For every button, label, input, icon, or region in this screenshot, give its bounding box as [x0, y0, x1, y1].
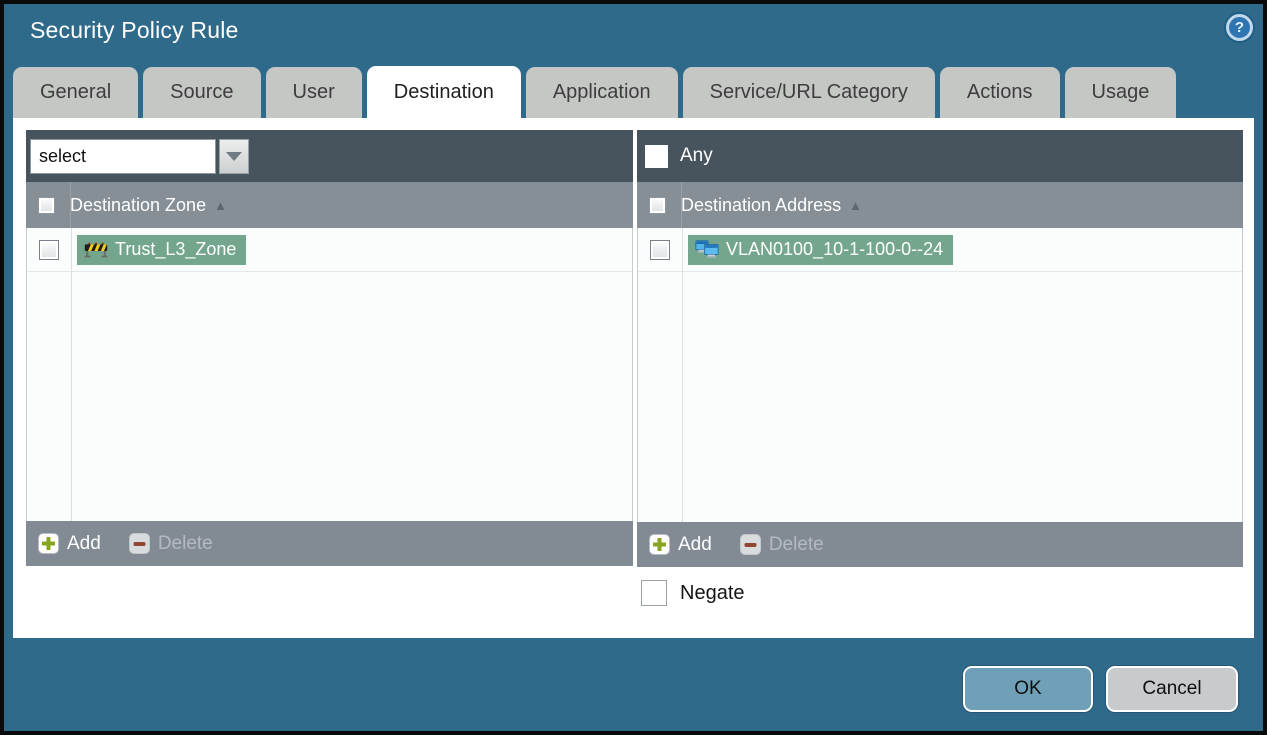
zone-row[interactable]: Trust_L3_Zone	[27, 228, 632, 272]
zone-column-header[interactable]: Destination Zone	[70, 195, 206, 216]
address-name: VLAN0100_10-1-100-0--24	[726, 238, 944, 259]
security-policy-rule-dialog: Security Policy Rule ? General Source Us…	[0, 0, 1267, 735]
zone-delete-label: Delete	[157, 532, 213, 554]
zone-tag: Trust_L3_Zone	[77, 234, 247, 265]
zone-name: Trust_L3_Zone	[115, 238, 237, 259]
address-add-button[interactable]: Add	[649, 534, 712, 556]
cancel-button[interactable]: Cancel	[1106, 666, 1238, 712]
tab-application[interactable]: Application	[525, 67, 678, 118]
zone-grid-header: Destination Zone ▲	[26, 182, 633, 228]
tab-usage[interactable]: Usage	[1064, 67, 1177, 118]
address-row[interactable]: VLAN0100_10-1-100-0--24	[638, 228, 1242, 272]
chevron-down-icon	[226, 151, 242, 161]
zone-add-label: Add	[67, 532, 101, 554]
tab-bar: General Source User Destination Applicat…	[13, 66, 1254, 118]
address-row-checkbox[interactable]	[650, 239, 670, 260]
any-label: Any	[680, 145, 713, 166]
address-add-label: Add	[678, 533, 712, 555]
tab-general[interactable]: General	[13, 67, 139, 118]
minus-icon	[128, 533, 150, 554]
tab-actions[interactable]: Actions	[939, 67, 1060, 118]
sort-ascending-icon: ▲	[849, 197, 862, 213]
address-grid-header: Destination Address ▲	[637, 182, 1243, 228]
zone-footer-bar: Add Delete	[26, 521, 633, 566]
tab-destination[interactable]: Destination	[366, 66, 521, 118]
minus-icon	[739, 534, 761, 555]
zone-select-input[interactable]	[30, 138, 216, 174]
plus-icon	[649, 534, 670, 555]
tab-service-url-category[interactable]: Service/URL Category	[682, 67, 935, 118]
tab-source[interactable]: Source	[143, 67, 261, 118]
tab-user[interactable]: User	[265, 67, 362, 118]
sort-ascending-icon: ▲	[214, 197, 227, 213]
zone-toolbar	[26, 130, 633, 182]
address-icon	[695, 239, 719, 258]
address-column-header[interactable]: Destination Address	[681, 195, 841, 216]
address-tag: VLAN0100_10-1-100-0--24	[688, 234, 954, 265]
address-select-all-checkbox[interactable]	[649, 196, 666, 214]
dialog-title: Security Policy Rule	[30, 17, 239, 43]
address-delete-button[interactable]: Delete	[739, 533, 824, 556]
address-grid-body: VLAN0100_10-1-100-0--24	[637, 228, 1243, 522]
address-toolbar: Any	[637, 130, 1243, 182]
zone-icon	[84, 242, 108, 257]
negate-checkbox[interactable]	[641, 580, 667, 606]
zone-row-checkbox[interactable]	[39, 239, 59, 260]
destination-address-panel: Any Destination Address ▲ VLAN0100_10-1-…	[637, 130, 1243, 567]
help-icon[interactable]: ?	[1226, 14, 1253, 41]
destination-tab-content: Destination Zone ▲	[13, 118, 1254, 638]
zone-delete-button[interactable]: Delete	[128, 532, 213, 555]
zone-add-button[interactable]: Add	[38, 533, 101, 555]
address-delete-label: Delete	[768, 533, 824, 555]
zone-select-combo	[30, 138, 249, 174]
address-footer-bar: Add Delete	[637, 522, 1243, 567]
help-glyph: ?	[1234, 19, 1245, 36]
any-checkbox[interactable]	[645, 144, 668, 168]
zone-select-dropdown-button[interactable]	[219, 138, 249, 174]
plus-icon	[38, 533, 59, 554]
negate-label: Negate	[680, 581, 745, 604]
zone-select-all-checkbox[interactable]	[38, 196, 55, 214]
destination-zone-panel: Destination Zone ▲	[26, 130, 633, 566]
negate-option: Negate	[641, 580, 745, 606]
zone-grid-body: Trust_L3_Zone	[26, 228, 633, 521]
ok-button[interactable]: OK	[963, 666, 1093, 712]
